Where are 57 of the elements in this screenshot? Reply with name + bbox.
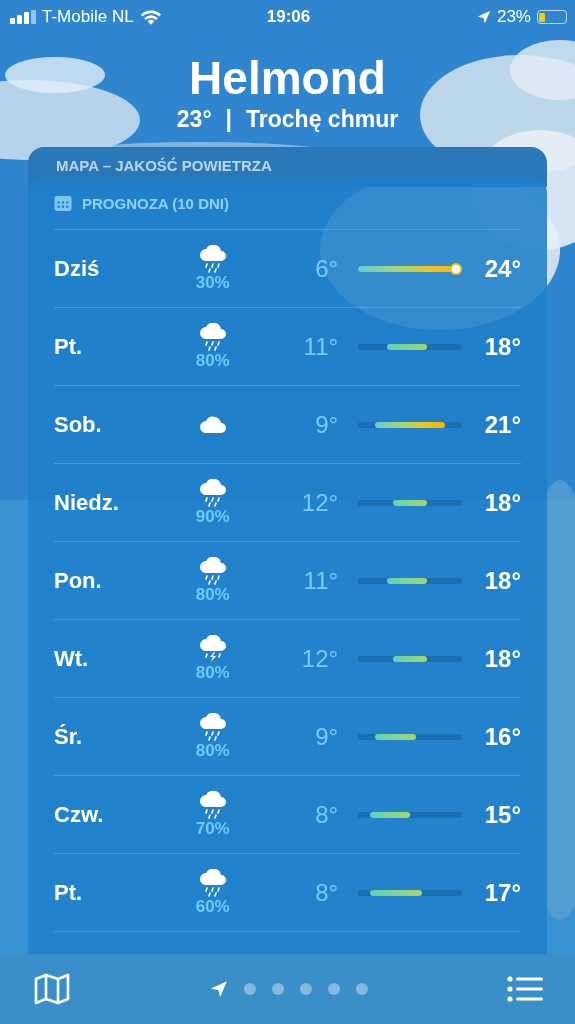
page-dot[interactable] xyxy=(299,983,312,995)
high-temperature: 21° xyxy=(483,410,521,439)
low-temperature: 8° xyxy=(314,800,339,829)
low-temperature: 12° xyxy=(300,644,339,673)
forecast-title: PROGNOZA (10 DNI) xyxy=(82,194,229,212)
page-dot[interactable] xyxy=(355,983,368,995)
high-temperature: 18° xyxy=(483,644,521,673)
low-temperature: 11° xyxy=(302,332,339,361)
map-icon[interactable] xyxy=(34,973,70,1005)
high-temperature: 18° xyxy=(483,488,521,517)
city-name: Helmond xyxy=(189,52,386,104)
page-dot[interactable] xyxy=(243,983,256,995)
list-icon[interactable] xyxy=(507,975,543,1003)
high-temperature: 17° xyxy=(483,878,521,907)
page-dot[interactable] xyxy=(327,983,340,995)
separator: | xyxy=(225,106,233,133)
day-name: Pon. xyxy=(54,567,103,594)
low-temperature: 11° xyxy=(302,566,339,595)
low-temperature: 9° xyxy=(314,722,339,751)
carrier-name: T-Mobile NL xyxy=(42,7,134,27)
day-name: Pt. xyxy=(54,879,84,906)
wifi-icon xyxy=(139,8,162,26)
battery-percent: 23% xyxy=(496,7,531,27)
high-temperature: 15° xyxy=(483,800,521,829)
day-name: Czw. xyxy=(54,801,105,828)
low-temperature: 12° xyxy=(300,488,339,517)
precipitation-chance: 90% xyxy=(195,506,230,527)
weather-condition: Trochę chmur xyxy=(246,106,399,133)
high-temperature: 18° xyxy=(483,566,521,595)
precipitation-chance: 60% xyxy=(195,896,230,917)
low-temperature: 8° xyxy=(314,878,339,907)
day-name: Sob. xyxy=(54,411,103,438)
precipitation-chance: 80% xyxy=(195,350,230,371)
battery-icon xyxy=(537,10,567,24)
low-temperature: 9° xyxy=(314,410,339,439)
calendar-icon xyxy=(54,195,72,211)
precipitation-chance: 80% xyxy=(195,584,230,605)
day-name: Niedz. xyxy=(54,489,120,516)
day-name: Dziś xyxy=(54,255,101,282)
status-time: 19:06 xyxy=(266,7,311,27)
low-temperature: 6° xyxy=(314,254,339,283)
precipitation-chance: 30% xyxy=(195,272,230,293)
signal-icon xyxy=(10,10,36,24)
day-name: Wt. xyxy=(54,645,90,672)
card-title: MAPA – JAKOŚĆ POWIETRZA xyxy=(56,157,272,174)
high-temperature: 18° xyxy=(483,332,521,361)
location-arrow-icon xyxy=(476,10,491,24)
high-temperature: 24° xyxy=(483,254,521,283)
day-name: Śr. xyxy=(54,723,84,750)
current-temperature: 23° xyxy=(176,106,212,133)
precipitation-chance: 80% xyxy=(195,662,230,683)
day-name: Pt. xyxy=(54,333,84,360)
page-dot[interactable] xyxy=(271,983,284,995)
precipitation-chance: 80% xyxy=(195,740,230,761)
precipitation-chance: 70% xyxy=(195,818,230,839)
location-page-icon[interactable] xyxy=(209,980,228,998)
high-temperature: 16° xyxy=(483,722,521,751)
